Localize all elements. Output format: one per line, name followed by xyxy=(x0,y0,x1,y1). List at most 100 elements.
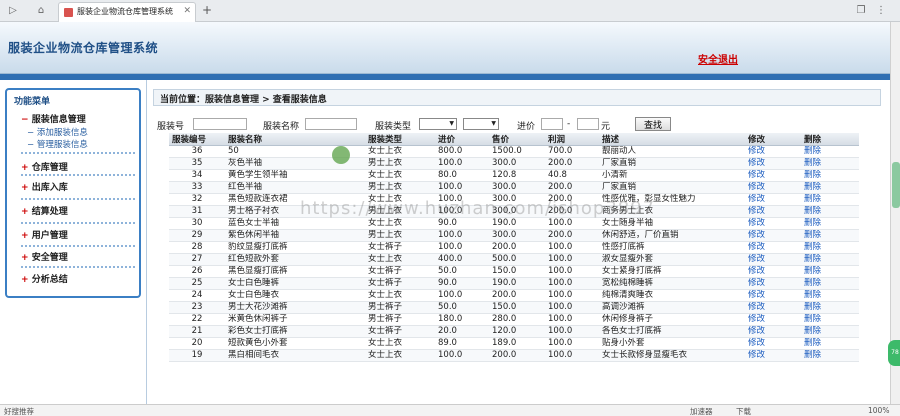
table-cell: 女士上衣 xyxy=(365,337,435,350)
edit-link[interactable]: 修改 xyxy=(745,217,801,230)
table-cell: 黄色学生领半袖 xyxy=(225,169,365,182)
delete-link[interactable]: 删除 xyxy=(801,193,859,206)
delete-link[interactable]: 删除 xyxy=(801,349,859,362)
delete-link[interactable]: 删除 xyxy=(801,145,859,158)
menu-section-in-out[interactable]: + 出库入库 xyxy=(21,180,68,193)
menu-section-analysis[interactable]: + 分析总结 xyxy=(21,272,68,285)
clothing-subtype-select[interactable]: ▼ xyxy=(463,118,499,130)
table-cell: 90.0 xyxy=(435,217,489,230)
status-recommend[interactable]: 好搜推荐 xyxy=(4,406,34,416)
delete-link[interactable]: 删除 xyxy=(801,241,859,254)
table-cell: 100.0 xyxy=(435,157,489,170)
floating-widget-icon[interactable]: 78 xyxy=(888,340,900,366)
table-cell: 女士白色睡裤 xyxy=(225,277,365,290)
new-tab-button[interactable]: + xyxy=(202,3,212,17)
edit-link[interactable]: 修改 xyxy=(745,157,801,170)
table-cell: 150.0 xyxy=(489,265,545,278)
clothing-name-input[interactable] xyxy=(305,118,357,130)
restore-window-icon[interactable]: ❐ xyxy=(854,4,868,18)
edit-link[interactable]: 修改 xyxy=(745,337,801,350)
edit-link[interactable]: 修改 xyxy=(745,253,801,266)
edit-link[interactable]: 修改 xyxy=(745,265,801,278)
table-cell: 89.0 xyxy=(435,337,489,350)
edit-link[interactable]: 修改 xyxy=(745,229,801,242)
table-cell: 彩色女士打底裤 xyxy=(225,325,365,338)
edit-link[interactable]: 修改 xyxy=(745,325,801,338)
menu-section-warehouse[interactable]: + 仓库管理 xyxy=(21,160,68,173)
scrollbar-thumb[interactable] xyxy=(892,162,900,208)
column-header: 服装编号 xyxy=(169,133,225,146)
price-max-input[interactable] xyxy=(577,118,599,130)
edit-link[interactable]: 修改 xyxy=(745,289,801,302)
status-download[interactable]: 下载 xyxy=(736,406,751,416)
clothing-table: 服装编号 服装名称 服装类型 进价 售价 利润 描述 修改 删除 36 50 女士上衣 800.0 15… xyxy=(169,133,859,362)
status-zoom[interactable]: 100% xyxy=(868,406,889,415)
search-button[interactable]: 查找 xyxy=(635,117,671,131)
table-cell: 100.0 xyxy=(435,181,489,194)
status-accelerator[interactable]: 加速器 xyxy=(690,406,713,416)
delete-link[interactable]: 删除 xyxy=(801,277,859,290)
delete-link[interactable]: 删除 xyxy=(801,229,859,242)
table-row: 24 女士白色睡衣 女士上衣 100.0 200.0 100.0 纯棉清爽睡衣 修改 删除 xyxy=(169,289,859,302)
delete-link[interactable]: 删除 xyxy=(801,313,859,326)
column-header: 进价 xyxy=(435,133,489,146)
table-cell: 190.0 xyxy=(489,277,545,290)
edit-link[interactable]: 修改 xyxy=(745,193,801,206)
menu-section-users[interactable]: + 用户管理 xyxy=(21,228,68,241)
delete-link[interactable]: 删除 xyxy=(801,325,859,338)
logout-link[interactable]: 安全退出 xyxy=(698,51,738,66)
table-row: 36 50 女士上衣 800.0 1500.0 700.0 靓丽动人 修改 删除 xyxy=(169,145,859,158)
table-cell: 100.0 xyxy=(435,241,489,254)
delete-link[interactable]: 删除 xyxy=(801,217,859,230)
edit-link[interactable]: 修改 xyxy=(745,241,801,254)
price-min-input[interactable] xyxy=(541,118,563,130)
table-cell: 100.0 xyxy=(545,313,599,326)
clothing-id-input[interactable] xyxy=(193,118,247,130)
table-row: 28 豹纹显瘦打底裤 女士裤子 100.0 200.0 100.0 性感打底裤 修改 删除 xyxy=(169,241,859,254)
table-cell: 200.0 xyxy=(545,181,599,194)
delete-link[interactable]: 删除 xyxy=(801,181,859,194)
edit-link[interactable]: 修改 xyxy=(745,349,801,362)
window-menu-icon[interactable]: ⋮ xyxy=(874,4,888,18)
table-cell: 各色女士打底裤 xyxy=(599,325,745,338)
delete-link[interactable]: 删除 xyxy=(801,169,859,182)
table-cell: 180.0 xyxy=(435,313,489,326)
edit-link[interactable]: 修改 xyxy=(745,169,801,182)
dropdown-arrow-icon: ▼ xyxy=(449,120,454,127)
edit-link[interactable]: 修改 xyxy=(745,145,801,158)
edit-link[interactable]: 修改 xyxy=(745,301,801,314)
edit-link[interactable]: 修改 xyxy=(745,313,801,326)
sidebar-toggle-icon[interactable]: ▷ xyxy=(6,4,20,18)
close-tab-icon[interactable]: ✕ xyxy=(183,6,191,16)
home-icon[interactable]: ⌂ xyxy=(34,4,48,18)
table-row: 30 蓝色女士半袖 女士上衣 90.0 190.0 100.0 女士随身半袖 修改 删除 xyxy=(169,217,859,230)
menu-section-security[interactable]: + 安全管理 xyxy=(21,250,68,263)
table-cell: 31 xyxy=(169,205,225,218)
edit-link[interactable]: 修改 xyxy=(745,277,801,290)
table-cell: 28 xyxy=(169,241,225,254)
edit-link[interactable]: 修改 xyxy=(745,205,801,218)
delete-link[interactable]: 删除 xyxy=(801,301,859,314)
table-cell: 黑白相间毛衣 xyxy=(225,349,365,362)
menu-section-clothing-info[interactable]: − 服装信息管理 xyxy=(21,112,86,125)
clothing-type-select[interactable]: ▼ xyxy=(419,118,457,130)
delete-link[interactable]: 删除 xyxy=(801,157,859,170)
delete-link[interactable]: 删除 xyxy=(801,253,859,266)
dropdown-arrow-icon: ▼ xyxy=(491,120,496,127)
table-cell: 34 xyxy=(169,169,225,182)
browser-tab[interactable]: 服装企业物流仓库管理系统 ✕ xyxy=(58,2,196,22)
table-cell: 21 xyxy=(169,325,225,338)
menu-divider xyxy=(21,174,135,176)
menu-section-label: 服装信息管理 xyxy=(31,115,86,125)
table-cell: 男士上衣 xyxy=(365,229,435,242)
edit-link[interactable]: 修改 xyxy=(745,181,801,194)
delete-link[interactable]: 删除 xyxy=(801,265,859,278)
menu-item-add-clothing[interactable]: − 添加服装信息 xyxy=(27,126,88,138)
menu-section-settlement[interactable]: + 结算处理 xyxy=(21,204,68,217)
table-cell: 33 xyxy=(169,181,225,194)
menu-item-manage-clothing[interactable]: − 管理服装信息 xyxy=(27,138,88,150)
delete-link[interactable]: 删除 xyxy=(801,289,859,302)
table-cell: 90.0 xyxy=(435,277,489,290)
delete-link[interactable]: 删除 xyxy=(801,205,859,218)
delete-link[interactable]: 删除 xyxy=(801,337,859,350)
